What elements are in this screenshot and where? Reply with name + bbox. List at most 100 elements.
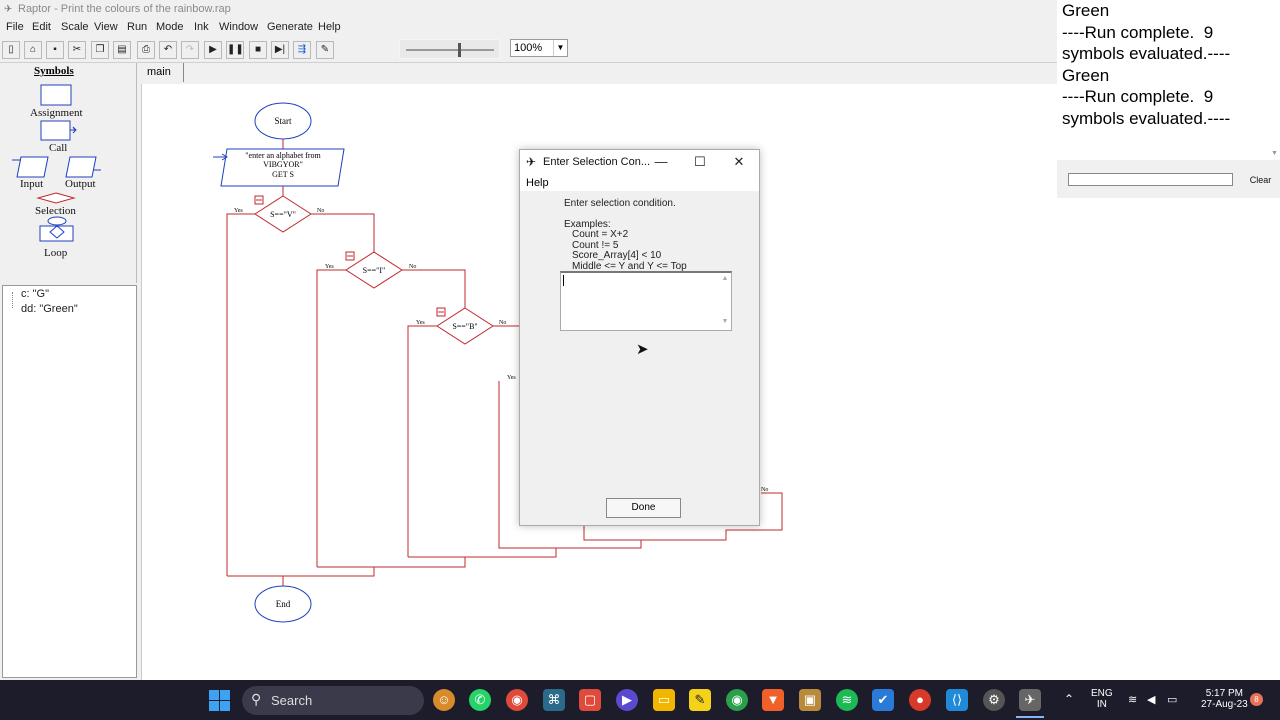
- menu-edit[interactable]: Edit: [32, 21, 51, 33]
- volume-icon[interactable]: ◀: [1147, 693, 1155, 706]
- dialog-menu-help[interactable]: Help: [526, 177, 549, 189]
- todo-icon[interactable]: ✔: [872, 689, 894, 711]
- show-hidden-icons-icon[interactable]: ⌃: [1064, 692, 1074, 706]
- pen-icon[interactable]: ✎: [316, 41, 334, 59]
- text-caret: [563, 275, 564, 286]
- maximize-icon[interactable]: ☐: [692, 154, 708, 170]
- clock-time: 5:17 PM: [1205, 688, 1243, 699]
- palette-selection[interactable]: Selection: [35, 205, 76, 217]
- app-icon[interactable]: ⌘: [543, 689, 565, 711]
- title-bar: ✈ Raptor - Print the colours of the rain…: [0, 0, 1057, 19]
- new-file-icon[interactable]: ▯: [2, 41, 20, 59]
- file-explorer-icon[interactable]: ▭: [653, 689, 675, 711]
- active-indicator: [1016, 716, 1044, 718]
- variable-item: c: "G": [21, 288, 49, 300]
- loop-symbol-icon[interactable]: [47, 216, 67, 226]
- input-scrollbar[interactable]: ▲ ▼: [719, 273, 731, 329]
- battery-icon[interactable]: ▭: [1167, 693, 1177, 706]
- region-code: IN: [1096, 699, 1107, 710]
- pause-icon[interactable]: ❚❚: [226, 41, 244, 59]
- whatsapp-icon[interactable]: ✆: [469, 689, 491, 711]
- clear-button[interactable]: Clear: [1241, 172, 1280, 188]
- step-icon[interactable]: ▶|: [271, 41, 289, 59]
- palette-assignment[interactable]: Assignment: [30, 107, 83, 119]
- undo-icon[interactable]: ↶: [159, 41, 177, 59]
- vscode-icon[interactable]: ⟨⟩: [946, 689, 968, 711]
- chrome-alt-icon[interactable]: ◉: [726, 689, 748, 711]
- output-symbol-icon[interactable]: [65, 156, 97, 178]
- palette-call[interactable]: Call: [49, 142, 67, 154]
- redo-icon[interactable]: ↷: [181, 41, 199, 59]
- sticky-notes-icon[interactable]: ✎: [689, 689, 711, 711]
- paste-icon[interactable]: ▤: [113, 41, 131, 59]
- test-server-icon[interactable]: ⇶: [293, 41, 311, 59]
- no-label: No: [499, 320, 506, 326]
- stop-icon[interactable]: ■: [249, 41, 267, 59]
- tree-line: [12, 292, 20, 308]
- save-icon[interactable]: ▪: [46, 41, 64, 59]
- variable-item: dd: "Green": [21, 303, 78, 315]
- spotify-icon[interactable]: ≋: [836, 689, 858, 711]
- menu-help[interactable]: Help: [318, 21, 341, 33]
- photos-icon[interactable]: ▣: [799, 689, 821, 711]
- clock[interactable]: 5:17 PM 27-Aug-23: [1201, 688, 1248, 710]
- dialog-menu-bar: Help: [520, 175, 759, 191]
- menu-mode[interactable]: Mode: [156, 21, 184, 33]
- windows-start-icon[interactable]: [209, 690, 230, 711]
- menu-run[interactable]: Run: [127, 21, 147, 33]
- input-symbol-icon[interactable]: [16, 156, 49, 178]
- taskbar-search[interactable]: ⚲ Search: [242, 686, 424, 715]
- scroll-up-icon[interactable]: ▲: [719, 275, 731, 282]
- brave-icon[interactable]: ▼: [762, 689, 784, 711]
- speed-slider[interactable]: [399, 39, 500, 59]
- chevron-down-icon[interactable]: ▼: [553, 40, 567, 56]
- yes-label: Yes: [234, 208, 243, 214]
- language-indicator[interactable]: ENG IN: [1091, 688, 1113, 710]
- weather-icon[interactable]: ☺: [433, 689, 455, 711]
- condition-input[interactable]: ▲ ▼: [560, 271, 732, 331]
- condition-label: S=="B": [452, 322, 477, 331]
- print-icon[interactable]: ⎙: [137, 41, 155, 59]
- slider-track: [406, 49, 494, 51]
- palette-loop[interactable]: Loop: [44, 247, 67, 259]
- screen-record-icon[interactable]: ▢: [579, 689, 601, 711]
- cut-icon[interactable]: ✂: [68, 41, 86, 59]
- zoom-select[interactable]: 100% ▼: [510, 39, 568, 57]
- scroll-down-icon[interactable]: ▼: [1271, 150, 1278, 157]
- raptor-taskbar-icon[interactable]: ✈: [1019, 689, 1041, 711]
- copy-icon[interactable]: ❐: [91, 41, 109, 59]
- assignment-symbol-icon[interactable]: [40, 84, 72, 106]
- no-label: No: [761, 487, 768, 493]
- yes-label: Yes: [325, 264, 334, 270]
- palette-output[interactable]: Output: [65, 178, 96, 190]
- chrome-icon[interactable]: ◉: [506, 689, 528, 711]
- tab-main[interactable]: main: [141, 63, 184, 82]
- menu-window[interactable]: Window: [219, 21, 258, 33]
- menu-generate[interactable]: Generate: [267, 21, 313, 33]
- menu-scale[interactable]: Scale: [61, 21, 89, 33]
- console-input[interactable]: [1068, 173, 1233, 186]
- dialog-title-bar: ✈ Enter Selection Con... — ☐ ✕: [520, 150, 759, 175]
- open-folder-icon[interactable]: ⌂: [24, 41, 42, 59]
- wifi-icon[interactable]: ≋: [1128, 693, 1137, 706]
- tomato-icon[interactable]: ●: [909, 689, 931, 711]
- scroll-down-icon[interactable]: ▼: [719, 318, 731, 325]
- palette-shapes: [12, 84, 101, 242]
- menu-file[interactable]: File: [6, 21, 24, 33]
- settings-icon[interactable]: ⚙: [983, 689, 1005, 711]
- menu-ink[interactable]: Ink: [194, 21, 209, 33]
- minimize-icon[interactable]: —: [653, 154, 669, 170]
- done-button[interactable]: Done: [606, 498, 681, 518]
- close-icon[interactable]: ✕: [731, 154, 747, 170]
- selection-symbol-icon[interactable]: [36, 192, 76, 204]
- media-player-icon[interactable]: ▶: [616, 689, 638, 711]
- condition-label: S=="I": [363, 266, 386, 275]
- palette-input[interactable]: Input: [20, 178, 43, 190]
- console-scrollbar[interactable]: ▼: [1270, 0, 1280, 160]
- notification-badge[interactable]: 8: [1250, 693, 1263, 706]
- taskbar: [0, 680, 1280, 720]
- call-symbol-icon[interactable]: [40, 120, 71, 141]
- play-icon[interactable]: ▶: [204, 41, 222, 59]
- menu-view[interactable]: View: [94, 21, 118, 33]
- slider-thumb[interactable]: [458, 43, 461, 57]
